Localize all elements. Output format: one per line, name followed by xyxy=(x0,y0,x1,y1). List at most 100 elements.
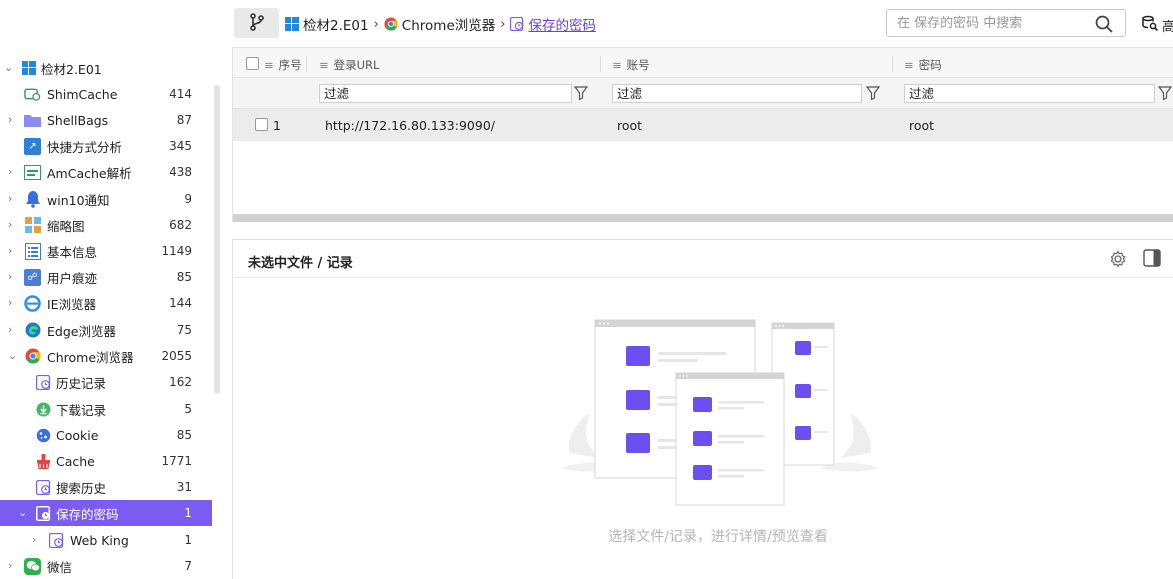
branch-toggle-button[interactable] xyxy=(234,8,279,38)
user-trace-icon: ☍ xyxy=(24,268,41,286)
cell-password: root xyxy=(909,118,935,133)
advanced-search-button[interactable]: 高 xyxy=(1142,15,1173,35)
chevron-right-icon[interactable]: › xyxy=(32,534,42,545)
tree-item-web-king[interactable]: › Web King 1 xyxy=(0,527,212,553)
windows-icon xyxy=(285,17,299,31)
tree-item-ie[interactable]: › IE浏览器 144 xyxy=(0,290,212,316)
breadcrumb-current[interactable]: 保存的密码 xyxy=(528,14,596,34)
tree-item-label: 缩略图 xyxy=(47,218,85,234)
tree-item-label: 搜索历史 xyxy=(56,480,107,496)
tree-item-amcache[interactable]: › AmCache解析 438 xyxy=(0,159,212,185)
column-header-label: 账号 xyxy=(626,58,650,72)
tree-item-count: 7 xyxy=(184,559,192,573)
chrome-icon xyxy=(24,348,41,365)
wechat-icon xyxy=(24,557,41,575)
tree-item-label: Chrome浏览器 xyxy=(47,349,134,365)
tree-item-chrome[interactable]: ⌄ Chrome浏览器 2055 xyxy=(0,343,212,369)
breadcrumb-root[interactable]: 检材2.E01 xyxy=(303,14,369,34)
panel-toggle-icon[interactable] xyxy=(1143,249,1161,267)
search-box[interactable] xyxy=(886,9,1126,37)
windows-icon xyxy=(20,60,37,77)
tree-item-history[interactable]: 历史记录 162 xyxy=(0,369,212,395)
breadcrumb-parent[interactable]: Chrome浏览器 xyxy=(402,14,495,34)
chevron-down-icon[interactable]: ⌄ xyxy=(18,507,28,518)
tree-item-basic-info[interactable]: › 基本信息 1149 xyxy=(0,238,212,264)
chevron-right-icon[interactable]: › xyxy=(8,560,18,571)
chrome-icon xyxy=(384,17,398,31)
tree-item-downloads[interactable]: 下载记录 5 xyxy=(0,396,212,422)
tree-item-edge[interactable]: › Edge浏览器 75 xyxy=(0,317,212,343)
tree-item-count: 438 xyxy=(169,165,192,179)
tree-item-shortcuts[interactable]: ↗ 快捷方式分析 345 xyxy=(0,133,212,159)
column-header-password[interactable]: ≡ 密码 xyxy=(904,57,942,73)
grid-horizontal-scrollbar[interactable] xyxy=(233,214,1173,222)
column-divider[interactable] xyxy=(600,56,601,72)
tree-item-shellbags[interactable]: › ShellBags 87 xyxy=(0,107,212,133)
column-header-index[interactable]: ≡ 序号 xyxy=(264,57,302,73)
tree-item-count: 345 xyxy=(169,139,192,153)
chevron-right-icon[interactable]: › xyxy=(8,324,18,335)
drag-handle-icon[interactable]: ≡ xyxy=(904,58,914,72)
chevron-right-icon[interactable]: › xyxy=(8,114,18,125)
detail-title: 未选中文件 / 记录 xyxy=(248,256,353,271)
tree-item-user-traces[interactable]: › ☍ 用户痕迹 85 xyxy=(0,264,212,290)
evidence-tree: ⌄ 检材2.E01 ShimCache 414 › ShellBags 87 ↗… xyxy=(0,0,222,579)
password-icon xyxy=(35,505,52,522)
top-toolbar: 检材2.E01 › Chrome浏览器 › 保存的密码 高 xyxy=(222,0,1173,44)
filter-icon[interactable] xyxy=(1157,86,1173,101)
tree-item-shimcache[interactable]: ShimCache 414 xyxy=(0,81,212,107)
database-search-icon xyxy=(1142,15,1159,35)
tree-item-label: Web King xyxy=(70,532,129,548)
filter-icon[interactable] xyxy=(573,86,589,101)
detail-panel: 未选中文件 / 记录 选择文件/记录，进行详情/预览查看 xyxy=(232,239,1173,579)
tree-item-thumbnails[interactable]: › 缩略图 682 xyxy=(0,212,212,238)
table-row[interactable]: 1 http://172.16.80.133:9090/ root root xyxy=(233,109,1173,141)
chevron-right-icon[interactable]: › xyxy=(8,297,18,308)
drag-handle-icon[interactable]: ≡ xyxy=(612,58,622,72)
password-filter-input[interactable]: 过滤 xyxy=(904,84,1155,103)
tree-item-count: 162 xyxy=(169,375,192,389)
tree-item-cache[interactable]: Cache 1771 xyxy=(0,448,212,474)
chevron-down-icon[interactable]: ⌄ xyxy=(4,62,14,73)
chevron-right-icon[interactable]: › xyxy=(8,219,18,230)
tree-item-label: ShimCache xyxy=(47,86,118,102)
tree-item-win10-notify[interactable]: › win10通知 9 xyxy=(0,186,212,212)
history-icon xyxy=(35,374,52,391)
column-header-label: 密码 xyxy=(918,58,942,72)
tree-item-label: 快捷方式分析 xyxy=(47,139,123,155)
chevron-right-icon[interactable]: › xyxy=(8,245,18,256)
tree-item-saved-passwords[interactable]: ⌄ 保存的密码 1 xyxy=(0,500,212,526)
column-header-label: 序号 xyxy=(278,58,302,72)
drag-handle-icon[interactable]: ≡ xyxy=(264,58,274,72)
chevron-right-icon[interactable]: › xyxy=(8,271,18,282)
tree-item-cookie[interactable]: Cookie 85 xyxy=(0,422,212,448)
search-input[interactable] xyxy=(897,14,1082,32)
chevron-right-icon[interactable]: › xyxy=(8,166,18,177)
sidebar-scrollbar[interactable] xyxy=(214,85,220,394)
chevron-down-icon[interactable]: ⌄ xyxy=(8,350,18,361)
tree-item-count: 1149 xyxy=(161,244,192,258)
edge-icon xyxy=(24,322,41,339)
chevron-right-icon[interactable]: › xyxy=(8,193,18,204)
tree-item-root[interactable]: ⌄ 检材2.E01 xyxy=(0,55,212,81)
column-header-account[interactable]: ≡ 账号 xyxy=(612,57,650,73)
download-icon xyxy=(35,401,52,418)
grid-body: 1 http://172.16.80.133:9090/ root root xyxy=(233,109,1173,215)
gear-icon[interactable] xyxy=(1109,250,1127,268)
drag-handle-icon[interactable]: ≡ xyxy=(319,58,329,72)
tree-item-count: 1 xyxy=(184,533,192,547)
row-checkbox[interactable] xyxy=(255,118,268,131)
account-filter-input[interactable]: 过滤 xyxy=(612,84,862,103)
search-icon[interactable] xyxy=(1095,15,1113,33)
filter-icon[interactable] xyxy=(865,86,881,101)
column-header-url[interactable]: ≡ 登录URL xyxy=(319,57,379,73)
tree-item-count: 144 xyxy=(169,296,192,310)
thumbnail-icon xyxy=(24,217,41,234)
tree-item-count: 85 xyxy=(176,270,192,284)
select-all-checkbox[interactable] xyxy=(246,57,259,70)
column-divider[interactable] xyxy=(892,56,893,72)
url-filter-input[interactable]: 过滤 xyxy=(319,84,572,103)
column-divider[interactable] xyxy=(306,56,307,72)
tree-item-wechat[interactable]: › 微信 7 xyxy=(0,553,212,579)
tree-item-search-history[interactable]: 搜索历史 31 xyxy=(0,474,212,500)
